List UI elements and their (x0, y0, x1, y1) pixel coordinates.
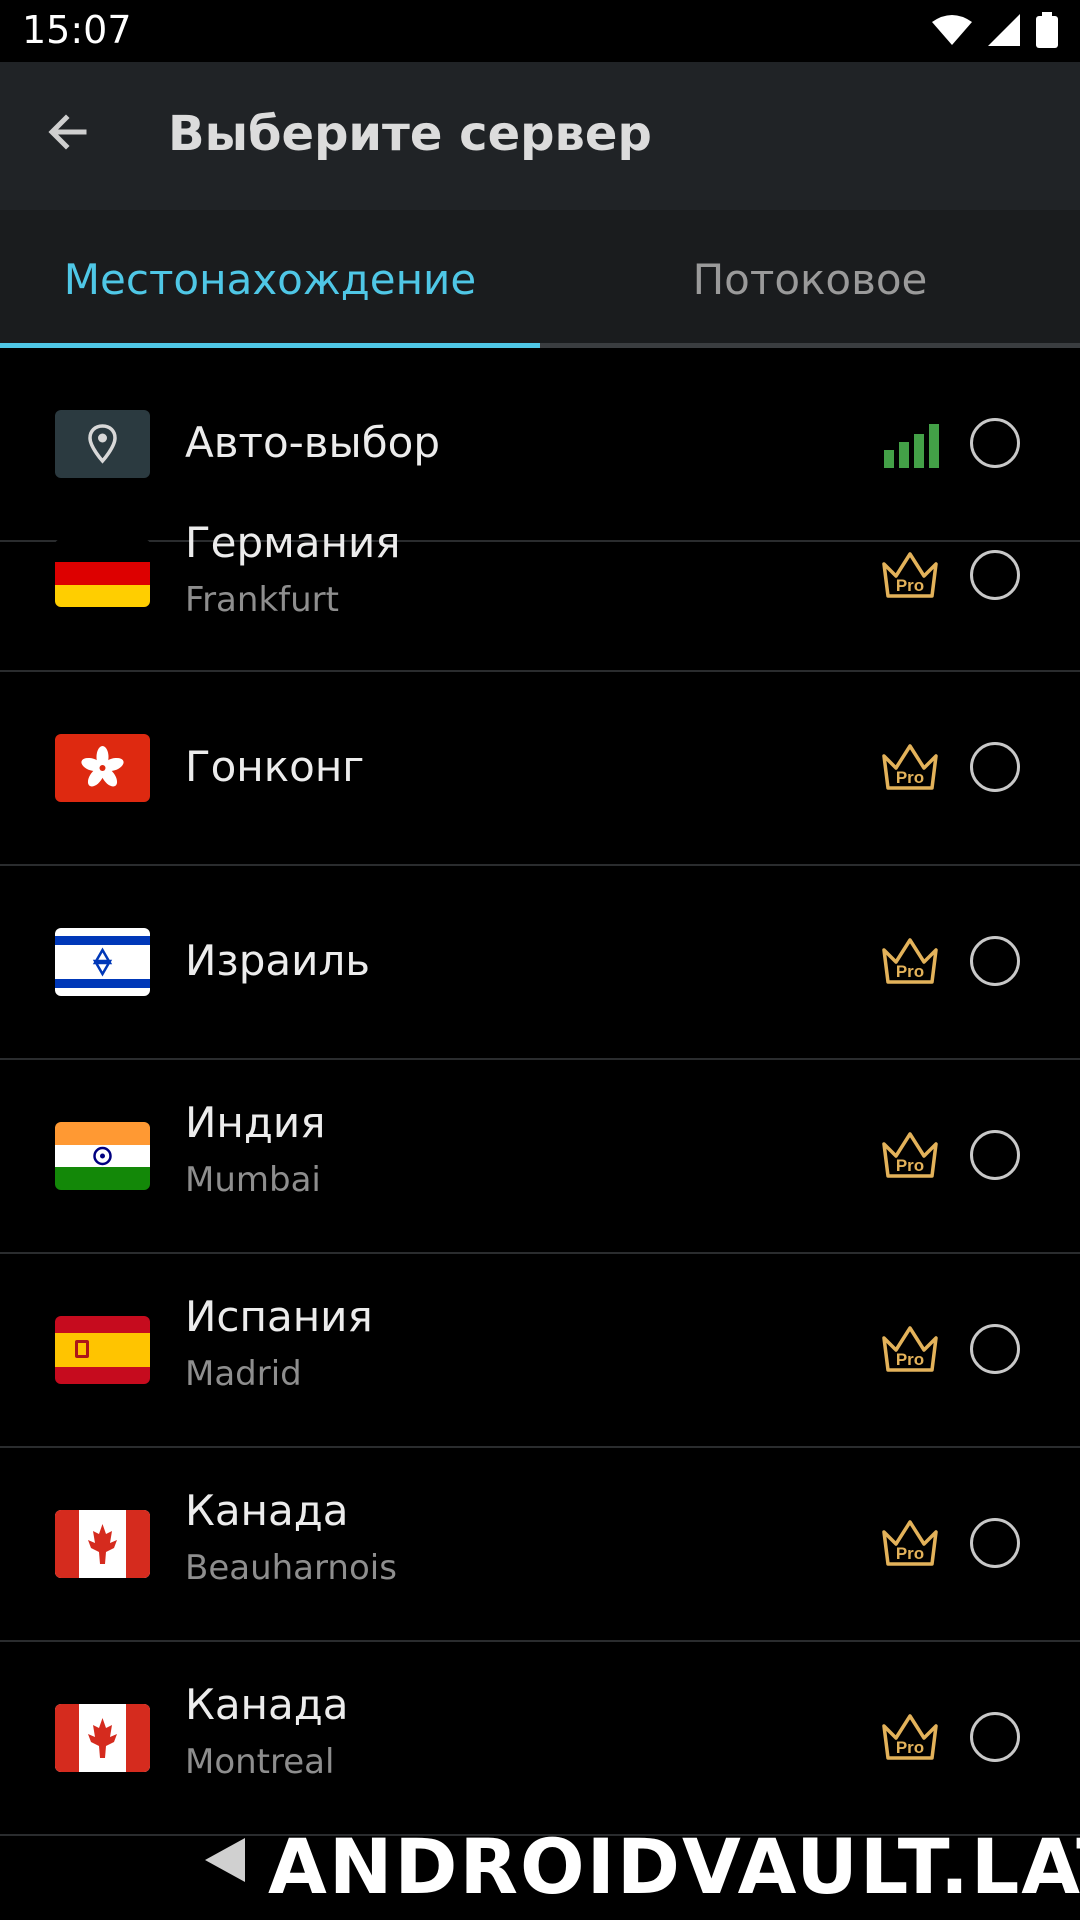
pro-label: Pro (896, 1738, 924, 1757)
canada-flag-icon (55, 1510, 150, 1578)
server-name: Индия (185, 1098, 326, 1147)
india-flag-icon (55, 1122, 150, 1190)
radio-button[interactable] (970, 1712, 1020, 1762)
back-button[interactable] (36, 100, 100, 164)
list-item[interactable]: Авто-выбор (0, 348, 1080, 542)
pro-crown-icon: Pro (882, 1520, 938, 1566)
pro-crown-icon: Pro (882, 744, 938, 790)
server-name: Гонконг (185, 742, 365, 791)
pro-crown-icon: Pro (882, 1132, 938, 1178)
server-name: Германия (185, 518, 401, 567)
pro-label: Pro (896, 1544, 924, 1563)
radio-button[interactable] (970, 418, 1020, 468)
server-city: Beauharnois (185, 1548, 397, 1588)
list-item[interactable]: Канада Beauharnois Pro (0, 1448, 1080, 1642)
nav-back-icon[interactable] (205, 1838, 245, 1882)
list-item[interactable]: Испания Madrid Pro (0, 1254, 1080, 1448)
pro-crown-icon: Pro (882, 1326, 938, 1372)
server-name: Израиль (185, 936, 371, 985)
pro-label: Pro (896, 1156, 924, 1175)
pro-label: Pro (896, 1350, 924, 1369)
radio-button[interactable] (970, 1518, 1020, 1568)
server-name: Авто-выбор (185, 418, 440, 467)
list-item[interactable]: Канада Montreal Pro (0, 1642, 1080, 1836)
germany-flag-icon (55, 539, 150, 607)
arrow-back-icon (48, 114, 87, 150)
pro-label: Pro (896, 768, 924, 787)
radio-button[interactable] (970, 936, 1020, 986)
tab-bar: Местонахождение Потоковое (0, 210, 1080, 348)
status-bar: 15:07 (0, 0, 1080, 62)
wifi-icon (932, 15, 972, 45)
cell-signal-icon (988, 14, 1020, 46)
hong-kong-flag-icon (55, 734, 150, 802)
tab-label: Местонахождение (63, 254, 477, 304)
radio-button[interactable] (970, 1130, 1020, 1180)
server-name: Канада (185, 1486, 349, 1535)
pro-label: Pro (896, 576, 924, 595)
server-city: Frankfurt (185, 580, 339, 620)
pro-crown-icon: Pro (882, 938, 938, 984)
tab-label: Потоковое (692, 254, 928, 304)
radio-button[interactable] (970, 550, 1020, 600)
tab-location[interactable]: Местонахождение (0, 210, 540, 348)
list-item[interactable]: Гонконг Pro (0, 672, 1080, 866)
signal-strength-icon (884, 424, 939, 468)
server-name: Испания (185, 1292, 373, 1341)
status-icons (932, 10, 1058, 50)
server-city: Madrid (185, 1354, 302, 1394)
page-title: Выберите сервер (168, 106, 652, 162)
server-list: Авто-выбор Германия Frankfurt Pro Гонкон… (0, 348, 1080, 1848)
tab-streaming[interactable]: Потоковое (540, 210, 1080, 348)
location-pin-icon (55, 410, 150, 478)
watermark: ANDROIDVAULT.LAT (268, 1822, 1080, 1911)
pro-crown-icon: Pro (882, 1714, 938, 1760)
list-item[interactable]: Германия Frankfurt Pro (0, 518, 1080, 672)
pro-label: Pro (896, 962, 924, 981)
server-city: Montreal (185, 1742, 335, 1782)
server-name: Канада (185, 1680, 349, 1729)
canada-flag-icon (55, 1704, 150, 1772)
status-time: 15:07 (22, 8, 132, 52)
spain-flag-icon (55, 1316, 150, 1384)
battery-icon (1036, 12, 1058, 48)
server-city: Mumbai (185, 1160, 321, 1200)
list-item[interactable]: Израиль Pro (0, 866, 1080, 1060)
radio-button[interactable] (970, 742, 1020, 792)
israel-flag-icon (55, 928, 150, 996)
app-bar: Выберите сервер (0, 62, 1080, 210)
radio-button[interactable] (970, 1324, 1020, 1374)
list-item[interactable]: Индия Mumbai Pro (0, 1060, 1080, 1254)
pro-crown-icon: Pro (882, 552, 938, 598)
